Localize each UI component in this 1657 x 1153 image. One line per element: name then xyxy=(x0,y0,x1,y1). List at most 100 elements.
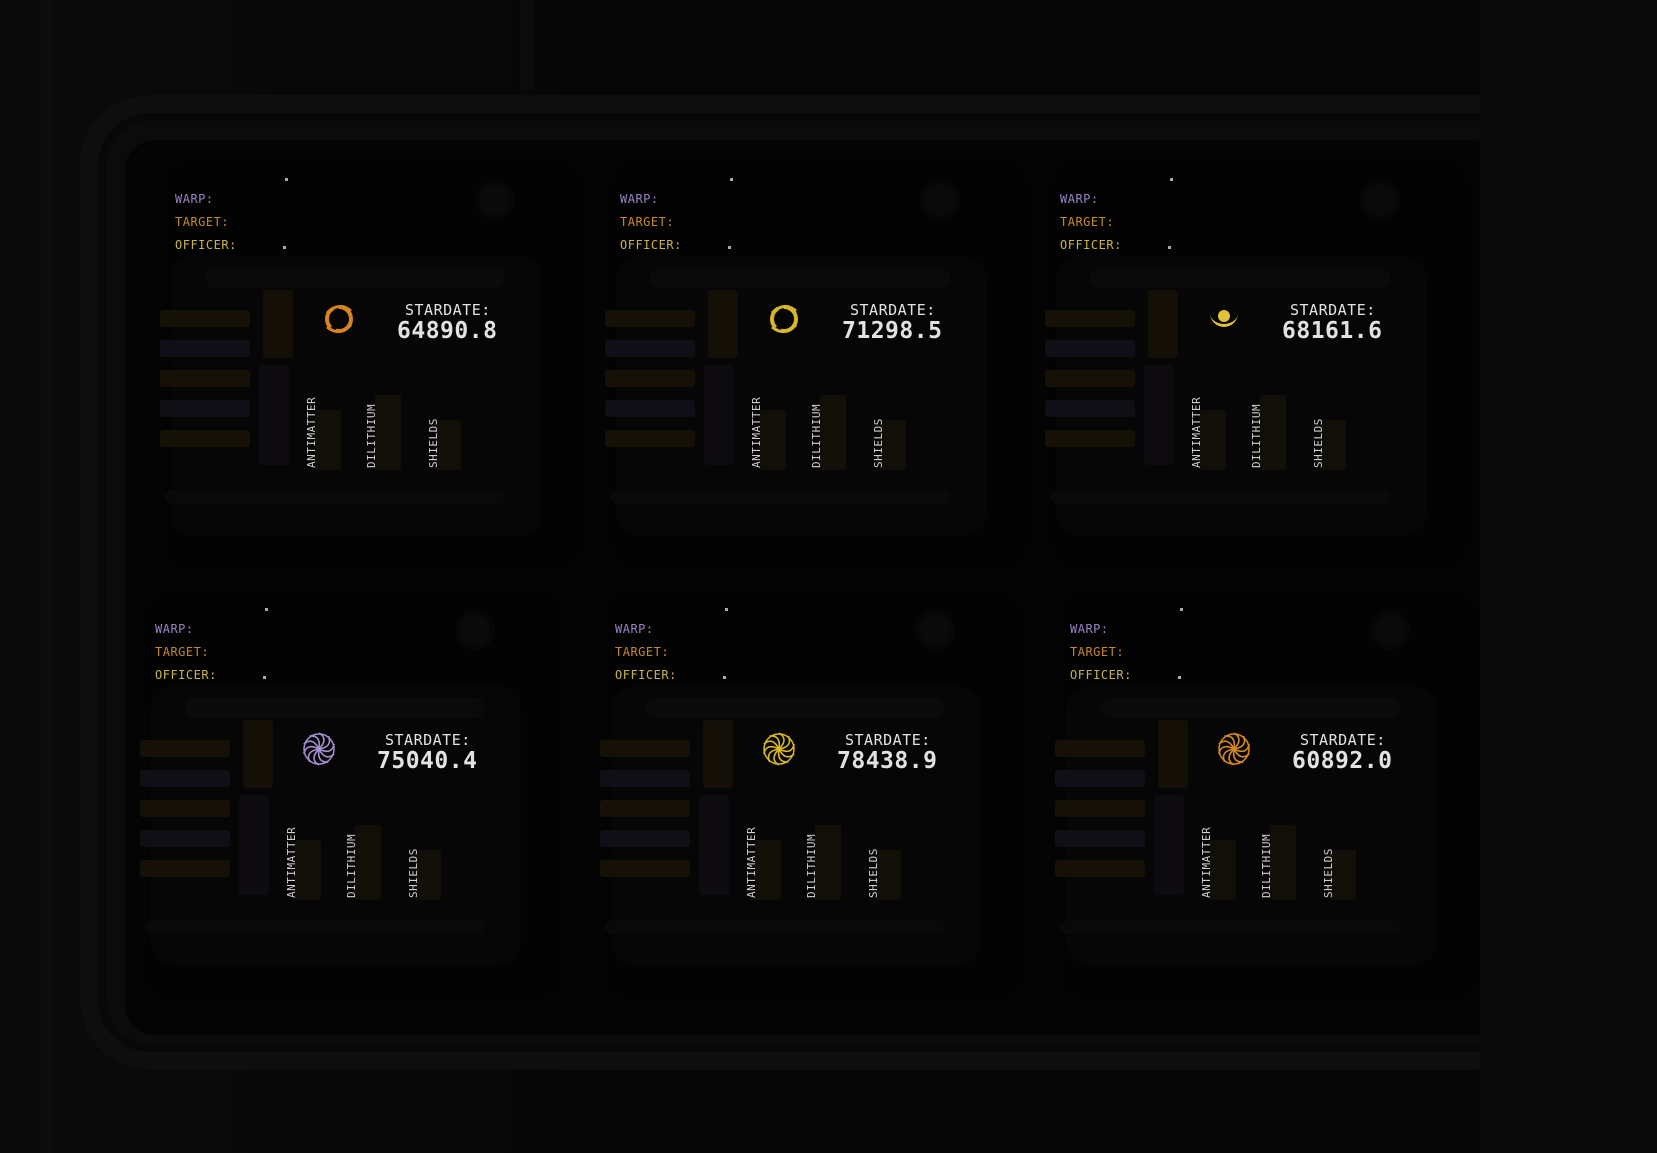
antimatter-label: ANTIMATTER xyxy=(750,396,763,468)
status-meter xyxy=(243,720,273,788)
antimatter-bar xyxy=(1200,410,1226,470)
menu-item[interactable] xyxy=(160,340,250,357)
antimatter-label: ANTIMATTER xyxy=(1190,396,1203,468)
panel-knob[interactable] xyxy=(475,180,515,220)
dilithium-bar xyxy=(820,395,846,470)
panel-knob[interactable] xyxy=(1370,610,1410,650)
menu-item[interactable] xyxy=(1045,430,1135,447)
status-meter xyxy=(1154,795,1184,895)
panel-footer xyxy=(605,920,945,934)
menu-item[interactable] xyxy=(600,770,690,787)
dilithium-label: DILITHIUM xyxy=(1250,403,1263,468)
target-label: TARGET: xyxy=(155,645,210,659)
shields-label: SHIELDS xyxy=(872,418,885,468)
menu-item[interactable] xyxy=(1055,830,1145,847)
antimatter-label: ANTIMATTER xyxy=(285,826,298,898)
station-panel: WARP: TARGET: OFFICER: STARDATE: 68161.6… xyxy=(1045,160,1470,570)
menu-item[interactable] xyxy=(1045,400,1135,417)
target-label: TARGET: xyxy=(1070,645,1125,659)
officer-label: OFFICER: xyxy=(1070,668,1132,682)
menu-item[interactable] xyxy=(600,800,690,817)
menu-item[interactable] xyxy=(600,740,690,757)
officer-label: OFFICER: xyxy=(1060,238,1122,252)
antimatter-label: ANTIMATTER xyxy=(305,396,318,468)
panel-topbar xyxy=(185,698,485,718)
status-meter xyxy=(263,290,293,358)
warp-label: WARP: xyxy=(155,622,194,636)
indicator-dot xyxy=(265,608,268,611)
station-panel: WARP: TARGET: OFFICER: STARDATE: 71298.5… xyxy=(605,160,1030,570)
menu-item[interactable] xyxy=(600,830,690,847)
target-label: TARGET: xyxy=(620,215,675,229)
indicator-dot xyxy=(1180,608,1183,611)
stardate-value: 71298.5 xyxy=(842,318,943,344)
menu-item[interactable] xyxy=(1055,800,1145,817)
dilithium-label: DILITHIUM xyxy=(365,403,378,468)
dilithium-bar xyxy=(375,395,401,470)
dilithium-bar xyxy=(355,825,381,900)
panel-knob[interactable] xyxy=(1360,180,1400,220)
antimatter-bar xyxy=(295,840,321,900)
menu-item[interactable] xyxy=(160,370,250,387)
dilithium-label: DILITHIUM xyxy=(805,833,818,898)
menu-item[interactable] xyxy=(1055,770,1145,787)
panel-topbar xyxy=(1090,268,1390,288)
panel-knob[interactable] xyxy=(915,610,955,650)
station-panel: WARP: TARGET: OFFICER: STARDATE: 64890.8… xyxy=(160,160,585,570)
spiral-orb-icon xyxy=(755,725,803,773)
menu-item[interactable] xyxy=(140,830,230,847)
menu-item[interactable] xyxy=(605,370,695,387)
stardate-value: 68161.6 xyxy=(1282,318,1383,344)
menu-item[interactable] xyxy=(160,310,250,327)
panel-footer xyxy=(145,920,485,934)
menu-item[interactable] xyxy=(600,860,690,877)
indicator-dot xyxy=(283,246,286,249)
stardate-value: 75040.4 xyxy=(377,748,478,774)
menu-item[interactable] xyxy=(1055,860,1145,877)
spiral-orb-icon xyxy=(295,725,343,773)
panel-topbar xyxy=(650,268,950,288)
panel-knob[interactable] xyxy=(920,180,960,220)
menu-item[interactable] xyxy=(605,310,695,327)
crescent-eye-icon xyxy=(1200,295,1248,343)
shields-label: SHIELDS xyxy=(1312,418,1325,468)
station-panel: WARP: TARGET: OFFICER: STARDATE: 60892.0… xyxy=(1055,590,1480,1000)
wall-stripe xyxy=(40,0,52,1153)
indicator-dot xyxy=(263,676,266,679)
menu-item[interactable] xyxy=(140,860,230,877)
status-meter xyxy=(703,720,733,788)
status-meter xyxy=(699,795,729,895)
menu-item[interactable] xyxy=(1045,370,1135,387)
shields-label: SHIELDS xyxy=(1322,848,1335,898)
menu-item[interactable] xyxy=(605,340,695,357)
menu-item[interactable] xyxy=(605,400,695,417)
panel-footer xyxy=(610,490,950,504)
stardate-value: 78438.9 xyxy=(837,748,938,774)
menu-item[interactable] xyxy=(160,430,250,447)
antimatter-bar xyxy=(755,840,781,900)
menu-item[interactable] xyxy=(140,800,230,817)
indicator-dot xyxy=(1178,676,1181,679)
shields-label: SHIELDS xyxy=(427,418,440,468)
panel-knob[interactable] xyxy=(455,610,495,650)
swirl-ring-icon xyxy=(315,295,363,343)
menu-item[interactable] xyxy=(140,770,230,787)
warp-label: WARP: xyxy=(1070,622,1109,636)
menu-item[interactable] xyxy=(140,740,230,757)
menu-item[interactable] xyxy=(605,430,695,447)
menu-item[interactable] xyxy=(1045,310,1135,327)
stardate-label: STARDATE: xyxy=(385,731,471,749)
officer-label: OFFICER: xyxy=(175,238,237,252)
warp-label: WARP: xyxy=(175,192,214,206)
menu-item[interactable] xyxy=(1055,740,1145,757)
status-meter xyxy=(259,365,289,465)
menu-item[interactable] xyxy=(160,400,250,417)
menu-item[interactable] xyxy=(1045,340,1135,357)
antimatter-bar xyxy=(1210,840,1236,900)
panel-topbar xyxy=(645,698,945,718)
warp-label: WARP: xyxy=(1060,192,1099,206)
antimatter-bar xyxy=(315,410,341,470)
spiral-orb-icon xyxy=(1210,725,1258,773)
antimatter-label: ANTIMATTER xyxy=(745,826,758,898)
target-label: TARGET: xyxy=(175,215,230,229)
